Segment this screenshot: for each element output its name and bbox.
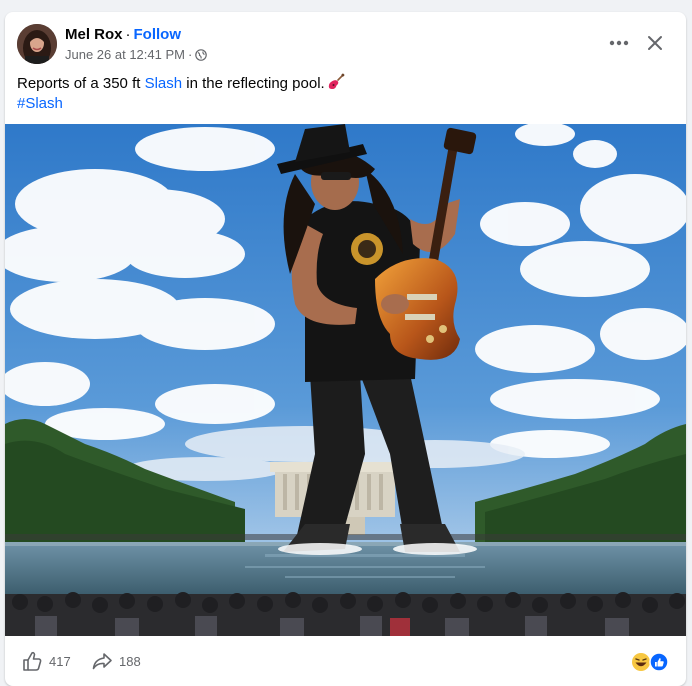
follow-button[interactable]: Follow [134, 26, 182, 43]
laughing-face-icon [632, 653, 650, 671]
author-separator: · [125, 26, 131, 43]
close-button[interactable] [641, 30, 669, 56]
share-count: 188 [119, 653, 141, 669]
like-count: 417 [49, 653, 71, 669]
meta-separator: · [187, 47, 193, 62]
thumbs-up-icon [23, 651, 42, 671]
reaction-icons[interactable] [631, 652, 671, 672]
share-arrow-icon [92, 653, 112, 670]
post-text: Reports of a 350 ft Slash in the reflect… [17, 73, 667, 114]
more-options-button[interactable] [605, 32, 633, 54]
author-line: Mel Rox · Follow [65, 25, 181, 44]
author-avatar[interactable] [17, 24, 57, 64]
post-text-start: Reports of a 350 ft [17, 75, 145, 92]
like-button[interactable]: 417 [21, 650, 71, 672]
guitar-emoji-icon [327, 73, 345, 91]
share-button[interactable]: 188 [91, 650, 141, 672]
more-options-icon [609, 40, 629, 46]
author-name[interactable]: Mel Rox [65, 26, 123, 43]
globe-icon[interactable] [195, 49, 208, 61]
post-meta: June 26 at 12:41 PM · [65, 47, 208, 63]
post-footer: 417 188 [5, 636, 686, 686]
post-image[interactable] [5, 124, 686, 636]
slash-link[interactable]: Slash [145, 75, 183, 92]
like-reaction-icon [649, 652, 669, 672]
post-text-end: in the reflecting pool. [182, 75, 325, 92]
post-timestamp[interactable]: June 26 at 12:41 PM [65, 47, 185, 63]
post-card: Mel Rox · Follow June 26 at 12:41 PM · Rep… [5, 12, 686, 686]
hashtag-link[interactable]: #Slash [17, 94, 667, 114]
giant-slash-image [5, 124, 686, 636]
close-icon [648, 36, 662, 50]
